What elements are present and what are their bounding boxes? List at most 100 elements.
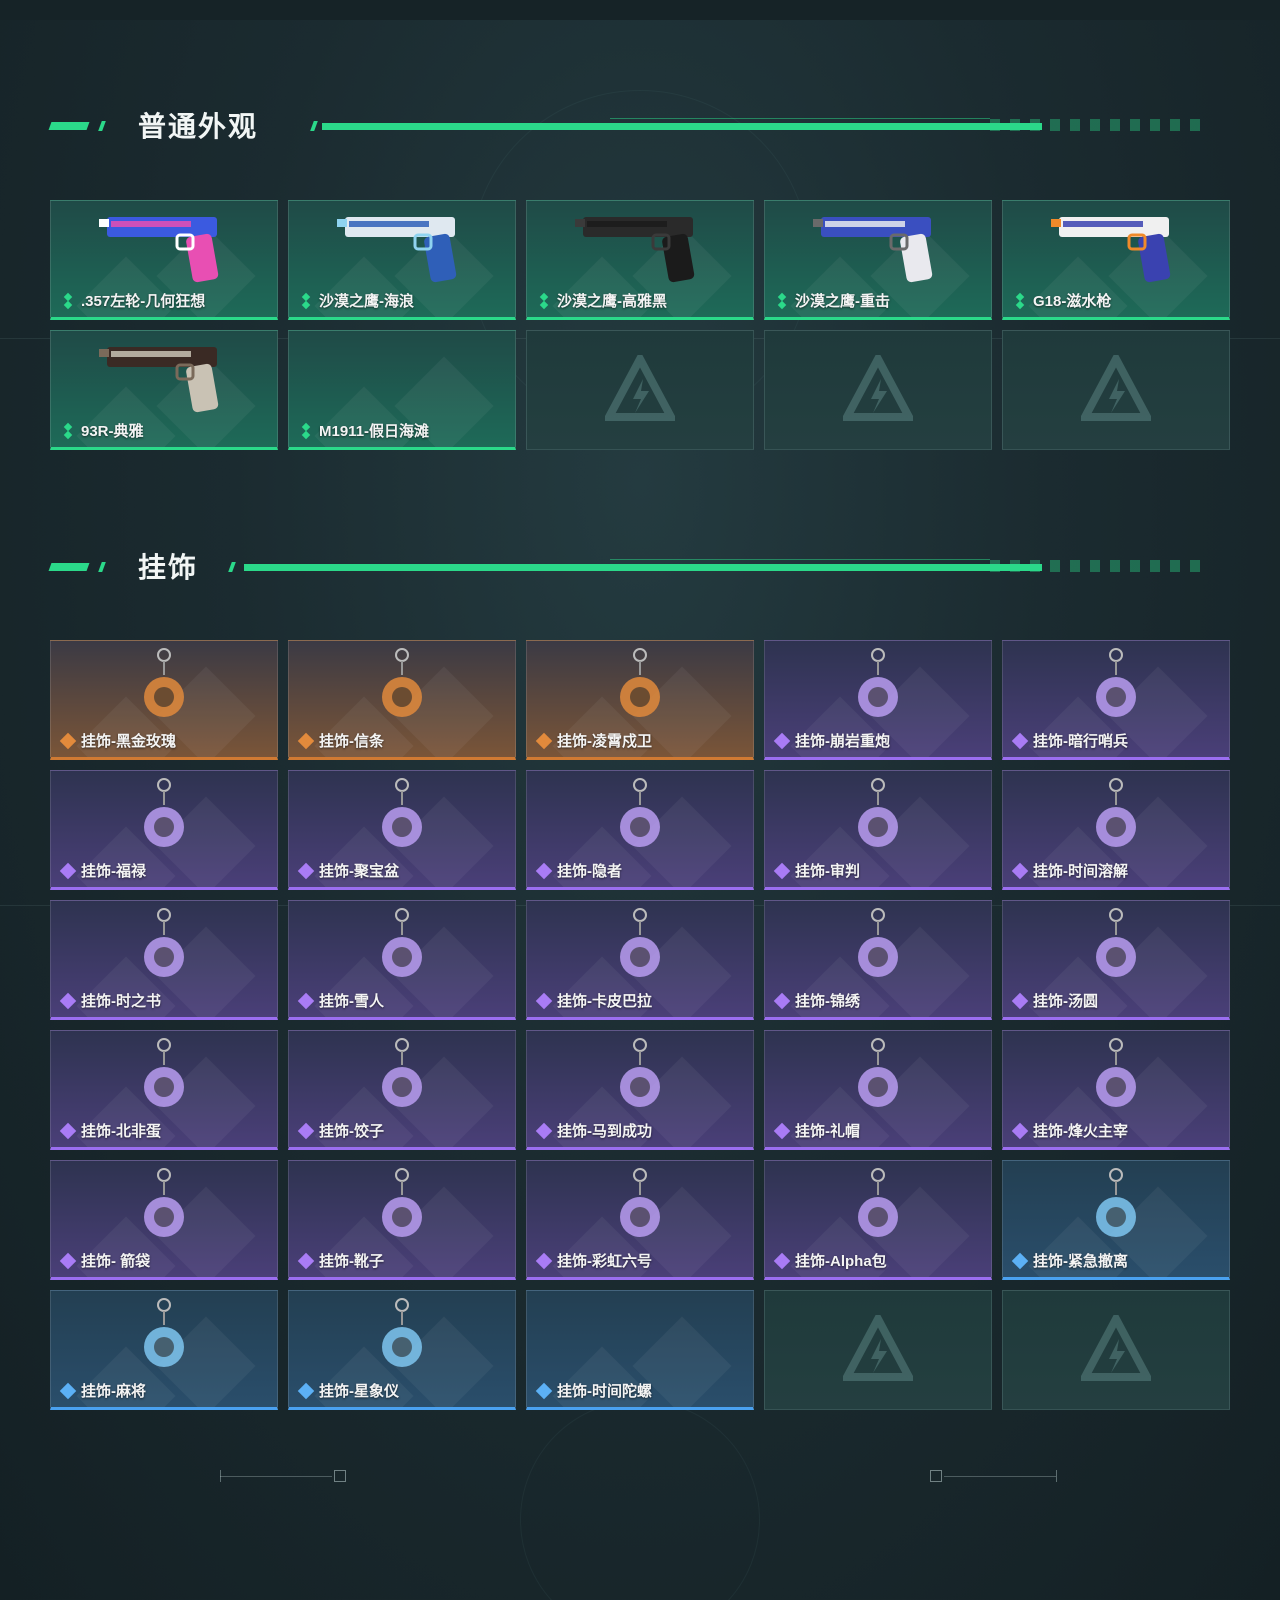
item-card[interactable]: 挂饰-靴子: [288, 1160, 516, 1280]
background-ring: [520, 1400, 760, 1600]
charm-icon: [144, 908, 184, 977]
rarity-diamond-icon: [299, 422, 313, 439]
item-card[interactable]: 挂饰-紧急撤离: [1002, 1160, 1230, 1280]
rarity-diamond-icon: [299, 292, 313, 309]
item-label: 挂饰-星象仪: [297, 1380, 399, 1401]
item-label: 挂饰-饺子: [297, 1120, 384, 1141]
item-label: 挂饰-时间陀螺: [535, 1380, 652, 1401]
pistol-icon: [575, 217, 695, 283]
charms-grid: 挂饰-黑金玫瑰 挂饰-信条 挂饰-凌霄戍卫 挂饰-崩岩重炮 挂饰-暗行哨兵 挂饰-福禄 挂饰…: [50, 640, 1230, 1410]
item-card[interactable]: 沙漠之鹰-海浪: [288, 200, 516, 320]
item-card[interactable]: 挂饰-聚宝盆: [288, 770, 516, 890]
item-label: 93R-典雅: [61, 420, 144, 441]
item-card[interactable]: 挂饰-时间陀螺: [526, 1290, 754, 1410]
header-checker-pattern: [990, 119, 1210, 131]
item-card[interactable]: 挂饰- 箭袋: [50, 1160, 278, 1280]
charm-icon: [858, 1038, 898, 1107]
footer-decoration-right: [930, 1470, 1060, 1484]
item-name: 挂饰-锦绣: [795, 993, 860, 1010]
item-name: 挂饰-时间陀螺: [557, 1383, 652, 1400]
item-card[interactable]: 挂饰-卡皮巴拉: [526, 900, 754, 1020]
item-label: 挂饰-福禄: [59, 860, 146, 881]
empty-slot: [1002, 330, 1230, 450]
rarity-diamond-icon: [775, 292, 789, 309]
item-label: 挂饰-汤圆: [1011, 990, 1098, 1011]
skins-grid: .357左轮-几何狂想 沙漠之鹰-海浪 沙漠之鹰-高雅黑 沙漠之鹰-重击 G18-滋水枪…: [50, 200, 1230, 450]
item-name: 挂饰-Alpha包: [795, 1253, 887, 1270]
rarity-diamond-icon: [535, 1252, 553, 1269]
item-card[interactable]: 挂饰-锦绣: [764, 900, 992, 1020]
item-card[interactable]: 挂饰-Alpha包: [764, 1160, 992, 1280]
item-name: 挂饰-紧急撤离: [1033, 1253, 1128, 1270]
header-accent-bar: [48, 122, 90, 130]
item-card[interactable]: 挂饰-时之书: [50, 900, 278, 1020]
empty-slot: [526, 330, 754, 450]
item-card[interactable]: 挂饰-彩虹六号: [526, 1160, 754, 1280]
item-card[interactable]: 挂饰-时间溶解: [1002, 770, 1230, 890]
section-title: 挂饰: [138, 552, 199, 583]
item-card[interactable]: 挂饰-烽火主宰: [1002, 1030, 1230, 1150]
item-card[interactable]: 挂饰-饺子: [288, 1030, 516, 1150]
item-label: 挂饰-崩岩重炮: [773, 730, 890, 751]
item-name: 挂饰-隐者: [557, 863, 622, 880]
rarity-diamond-icon: [297, 862, 315, 879]
placeholder-logo-icon: [605, 355, 675, 421]
item-name: 挂饰-汤圆: [1033, 993, 1098, 1010]
rarity-diamond-icon: [59, 1382, 77, 1399]
item-label: 挂饰-彩虹六号: [535, 1250, 652, 1271]
item-card[interactable]: 挂饰-崩岩重炮: [764, 640, 992, 760]
rarity-diamond-icon: [773, 992, 791, 1009]
charm-icon: [144, 648, 184, 717]
rarity-diamond-icon: [773, 1252, 791, 1269]
item-card[interactable]: 沙漠之鹰-重击: [764, 200, 992, 320]
rarity-diamond-icon: [537, 292, 551, 309]
footer-decoration-left: [220, 1470, 350, 1484]
item-label: 挂饰-审判: [773, 860, 860, 881]
item-label: 沙漠之鹰-高雅黑: [537, 290, 667, 311]
item-card[interactable]: G18-滋水枪: [1002, 200, 1230, 320]
charm-icon: [144, 1038, 184, 1107]
item-card[interactable]: 挂饰-隐者: [526, 770, 754, 890]
item-card[interactable]: .357左轮-几何狂想: [50, 200, 278, 320]
item-card[interactable]: 挂饰-北非蛋: [50, 1030, 278, 1150]
item-card[interactable]: 挂饰-麻将: [50, 1290, 278, 1410]
item-card[interactable]: 挂饰-雪人: [288, 900, 516, 1020]
item-card[interactable]: 挂饰-马到成功: [526, 1030, 754, 1150]
item-card[interactable]: 93R-典雅: [50, 330, 278, 450]
item-label: G18-滋水枪: [1013, 290, 1111, 311]
item-name: 挂饰-暗行哨兵: [1033, 733, 1128, 750]
item-label: 挂饰-马到成功: [535, 1120, 652, 1141]
item-name: 沙漠之鹰-重击: [795, 293, 890, 310]
rarity-diamond-icon: [59, 1252, 77, 1269]
placeholder-logo-icon: [1081, 1315, 1151, 1381]
item-card[interactable]: 挂饰-福禄: [50, 770, 278, 890]
item-card[interactable]: M1911-假日海滩: [288, 330, 516, 450]
charm-icon: [620, 1038, 660, 1107]
item-label: .357左轮-几何狂想: [61, 290, 205, 311]
item-card[interactable]: 挂饰-暗行哨兵: [1002, 640, 1230, 760]
item-card[interactable]: 沙漠之鹰-高雅黑: [526, 200, 754, 320]
item-card[interactable]: 挂饰-礼帽: [764, 1030, 992, 1150]
item-name: 沙漠之鹰-海浪: [319, 293, 414, 310]
item-name: 93R-典雅: [81, 423, 144, 440]
item-card[interactable]: 挂饰-星象仪: [288, 1290, 516, 1410]
item-name: 挂饰-福禄: [81, 863, 146, 880]
empty-slot: [1002, 1290, 1230, 1410]
item-label: 挂饰- 箭袋: [59, 1250, 150, 1271]
header-thin-line: [610, 559, 990, 560]
charm-icon: [382, 1298, 422, 1367]
item-card[interactable]: 挂饰-凌霄戍卫: [526, 640, 754, 760]
item-label: 挂饰-烽火主宰: [1011, 1120, 1128, 1141]
section-title: 普通外观: [138, 111, 259, 142]
header-accent-tick: [310, 121, 318, 131]
header-accent-bar: [48, 563, 90, 571]
charm-icon: [382, 648, 422, 717]
item-card[interactable]: 挂饰-黑金玫瑰: [50, 640, 278, 760]
section-header-charms: 挂饰: [48, 548, 1230, 588]
charm-icon: [382, 1168, 422, 1237]
rarity-diamond-icon: [59, 1122, 77, 1139]
item-name: 挂饰-北非蛋: [81, 1123, 161, 1140]
item-card[interactable]: 挂饰-汤圆: [1002, 900, 1230, 1020]
item-card[interactable]: 挂饰-审判: [764, 770, 992, 890]
item-card[interactable]: 挂饰-信条: [288, 640, 516, 760]
